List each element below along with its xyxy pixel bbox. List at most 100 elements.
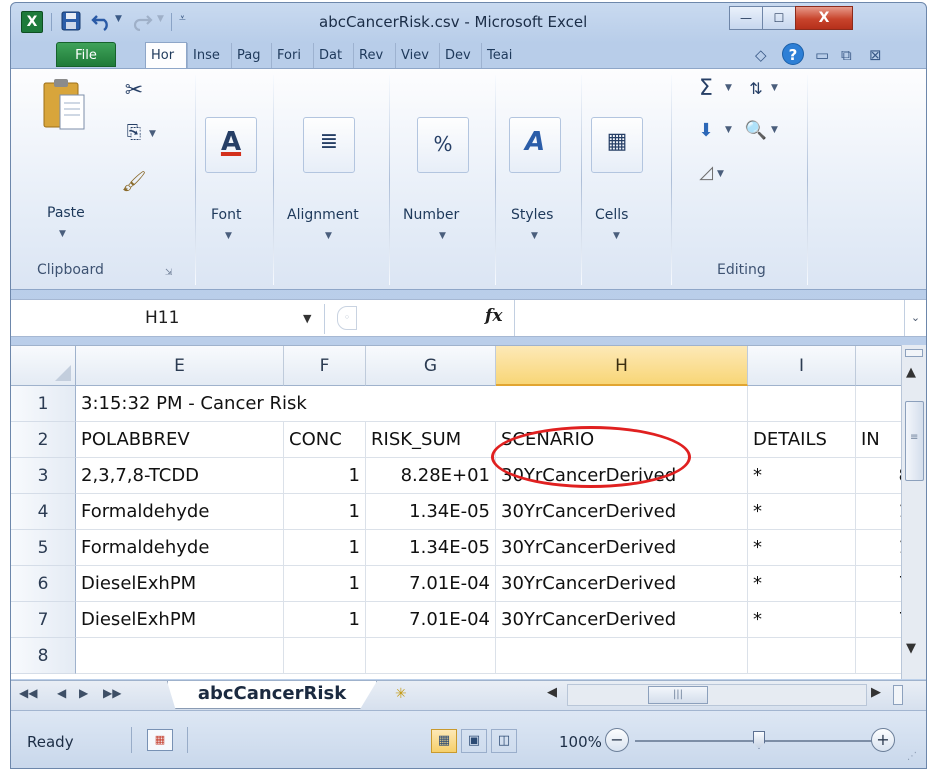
undo-dropdown-icon[interactable]: ▼	[115, 14, 122, 24]
cell-f7[interactable]: 1	[284, 602, 366, 638]
maximize-button[interactable]: ☐	[762, 6, 796, 30]
copy-icon[interactable]: ⎘	[119, 111, 149, 151]
font-label[interactable]: Font	[211, 207, 241, 223]
cell-e7[interactable]: DieselExhPM	[76, 602, 284, 638]
insert-sheet-icon[interactable]: ✳	[373, 683, 433, 707]
tab-team[interactable]: Teai	[481, 43, 521, 68]
cell-i1[interactable]	[748, 386, 856, 422]
sort-filter-icon[interactable]: ⇅	[741, 67, 771, 111]
cell-g5[interactable]: 1.34E-05	[366, 530, 496, 566]
font-dropdown-icon[interactable]: ▼	[225, 231, 232, 241]
cell-e6[interactable]: DieselExhPM	[76, 566, 284, 602]
cell-i4[interactable]: *	[748, 494, 856, 530]
cell-j6[interactable]: 7	[856, 566, 901, 602]
column-header-f[interactable]: F	[284, 346, 366, 386]
cell-f6[interactable]: 1	[284, 566, 366, 602]
scroll-down-icon[interactable]: ▼	[906, 641, 916, 656]
name-box-dropdown-icon[interactable]: ▼	[303, 312, 311, 325]
customize-qat-icon[interactable]: ⩡	[179, 11, 186, 26]
column-header-g[interactable]: G	[366, 346, 496, 386]
formula-bar-resize-handle[interactable]: ◦	[337, 306, 357, 330]
cell-i6[interactable]: *	[748, 566, 856, 602]
number-button[interactable]: %	[417, 117, 469, 173]
cell-h4[interactable]: 30YrCancerDerived	[496, 494, 748, 530]
find-select-icon[interactable]: 🔍	[741, 109, 771, 153]
column-header-e[interactable]: E	[76, 346, 284, 386]
last-sheet-icon[interactable]: ▶▶	[103, 686, 121, 700]
number-dropdown-icon[interactable]: ▼	[439, 231, 446, 241]
cell-j2[interactable]: IN	[856, 422, 901, 458]
clear-dropdown-icon[interactable]: ▼	[717, 169, 724, 179]
tab-formulas[interactable]: Fori	[271, 43, 313, 68]
page-layout-view-icon[interactable]: ▣	[461, 729, 487, 753]
paste-icon[interactable]	[39, 77, 89, 137]
cell-h6[interactable]: 30YrCancerDerived	[496, 566, 748, 602]
tab-view[interactable]: Viev	[395, 43, 439, 68]
cell-f4[interactable]: 1	[284, 494, 366, 530]
scroll-up-icon[interactable]: ▲	[906, 365, 916, 380]
format-painter-icon[interactable]: 🖌	[119, 159, 149, 199]
column-header-i[interactable]: I	[748, 346, 856, 386]
cell-h7[interactable]: 30YrCancerDerived	[496, 602, 748, 638]
cell-f5[interactable]: 1	[284, 530, 366, 566]
horizontal-scrollbar[interactable]: |||	[567, 684, 867, 706]
row-header[interactable]: 4	[11, 494, 76, 530]
scroll-right-icon[interactable]: ▶	[871, 685, 881, 700]
minimize-ribbon-icon[interactable]: ◇	[755, 44, 767, 66]
tab-page-layout[interactable]: Pag	[231, 43, 271, 68]
save-icon[interactable]	[61, 11, 81, 33]
name-box[interactable]: H11 ▼	[15, 304, 325, 334]
row-header[interactable]: 2	[11, 422, 76, 458]
clipboard-launcher-icon[interactable]: ⇲	[165, 268, 173, 278]
tab-review[interactable]: Rev	[353, 43, 395, 68]
cell-g7[interactable]: 7.01E-04	[366, 602, 496, 638]
minimize-button[interactable]: —	[729, 6, 763, 30]
workbook-minimize-icon[interactable]: ▭	[815, 44, 829, 66]
cell-i8[interactable]	[748, 638, 856, 674]
cell-i7[interactable]: *	[748, 602, 856, 638]
horizontal-scroll-thumb[interactable]: |||	[648, 686, 708, 704]
cell-h8[interactable]	[496, 638, 748, 674]
cell-e2[interactable]: POLABBREV	[76, 422, 284, 458]
normal-view-icon[interactable]: ▦	[431, 729, 457, 753]
zoom-out-button[interactable]: −	[605, 728, 629, 752]
alignment-dropdown-icon[interactable]: ▼	[325, 231, 332, 241]
cell-f2[interactable]: CONC	[284, 422, 366, 458]
styles-dropdown-icon[interactable]: ▼	[531, 231, 538, 241]
column-header-h[interactable]: H	[496, 346, 748, 386]
paste-dropdown-icon[interactable]: ▼	[59, 229, 66, 239]
zoom-slider-thumb[interactable]	[753, 731, 765, 749]
tab-home[interactable]: Hor	[145, 42, 187, 69]
cell-g4[interactable]: 1.34E-05	[366, 494, 496, 530]
find-select-dropdown-icon[interactable]: ▼	[771, 125, 778, 135]
zoom-in-button[interactable]: +	[871, 728, 895, 752]
row-header[interactable]: 7	[11, 602, 76, 638]
cell-j5[interactable]: 1	[856, 530, 901, 566]
tab-insert[interactable]: Inse	[187, 43, 231, 68]
cell-j3[interactable]: 8	[856, 458, 901, 494]
cell-h5[interactable]: 30YrCancerDerived	[496, 530, 748, 566]
cell-g1[interactable]	[366, 386, 496, 422]
next-sheet-icon[interactable]: ▶	[79, 686, 88, 700]
copy-dropdown-icon[interactable]: ▼	[149, 129, 156, 139]
record-macro-icon[interactable]: ▦	[147, 729, 173, 751]
alignment-label[interactable]: Alignment	[287, 207, 359, 223]
cell-i2[interactable]: DETAILS	[748, 422, 856, 458]
cell-e4[interactable]: Formaldehyde	[76, 494, 284, 530]
tab-data[interactable]: Dat	[313, 43, 353, 68]
row-header[interactable]: 5	[11, 530, 76, 566]
cell-g8[interactable]	[366, 638, 496, 674]
cells-dropdown-icon[interactable]: ▼	[613, 231, 620, 241]
paste-label[interactable]: Paste	[47, 205, 85, 221]
cell-g2[interactable]: RISK_SUM	[366, 422, 496, 458]
workbook-restore-icon[interactable]: ⧉	[841, 44, 852, 66]
cell-g3[interactable]: 8.28E+01	[366, 458, 496, 494]
cell-e1[interactable]: 3:15:32 PM - Cancer Risk	[76, 386, 307, 422]
autosum-dropdown-icon[interactable]: ▼	[725, 83, 732, 93]
resize-grip-icon[interactable]: ⋰	[907, 751, 917, 762]
tab-file[interactable]: File	[56, 42, 116, 67]
font-button[interactable]: A	[205, 117, 257, 173]
select-all-button[interactable]	[11, 346, 76, 386]
row-header[interactable]: 3	[11, 458, 76, 494]
vertical-split-box[interactable]	[905, 349, 923, 357]
